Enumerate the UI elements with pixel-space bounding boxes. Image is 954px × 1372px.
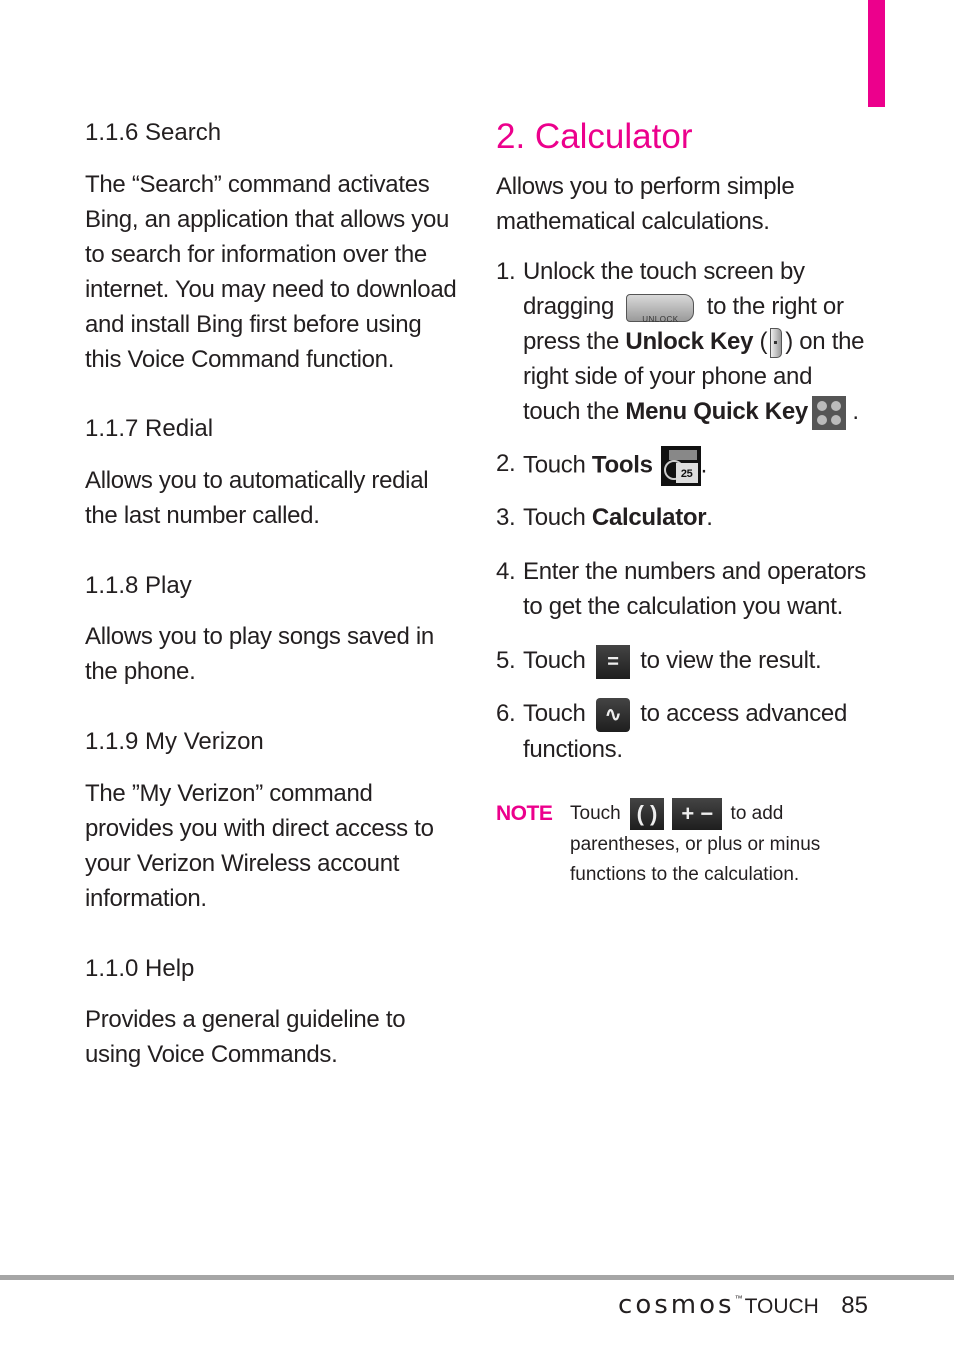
section-heading-redial: 1.1.7 Redial — [85, 415, 214, 442]
step-number: 6. — [496, 700, 516, 727]
section-body-play: Allows you to play songs saved in the ph… — [85, 623, 434, 685]
intro-text: Allows you to perform simple mathematica… — [496, 173, 795, 235]
step-1: 1. Unlock the touch screen by dragging U… — [496, 254, 868, 430]
parentheses-icon: ( ) — [629, 798, 664, 830]
brand-logo: cosmos — [618, 1290, 735, 1320]
step-text: Enter the numbers and operators to get t… — [523, 558, 866, 620]
unlock-key-icon — [770, 327, 783, 358]
section-heading-my-verizon: 1.1.9 My Verizon — [85, 728, 264, 755]
section-body-help: Provides a general guideline to using Vo… — [85, 1006, 406, 1068]
step-6: 6. Touch ∿ to access advanced functions. — [496, 696, 868, 767]
step-4: 4. Enter the numbers and operators to ge… — [496, 554, 868, 624]
step-number: 3. — [496, 504, 516, 531]
step-number: 5. — [496, 647, 516, 674]
step-text: . — [700, 451, 708, 479]
footer-divider — [0, 1275, 954, 1280]
step-text: Touch — [523, 451, 586, 479]
equals-icon: = — [595, 644, 630, 679]
menu-quick-key-icon — [811, 395, 846, 430]
unlock-slider-icon: UNLOCK — [626, 293, 695, 324]
chapter-tab-marker — [868, 0, 885, 107]
step-5: 5. Touch = to view the result. — [496, 643, 868, 679]
section-body-search: The “Search” command activates Bing, an … — [85, 171, 457, 373]
plus-minus-icon: + − — [672, 798, 723, 830]
section-heading-help: 1.1.0 Help — [85, 955, 195, 982]
tools-icon: 25 — [660, 446, 701, 486]
step-text: Touch — [523, 504, 586, 531]
step-text: to view the result. — [640, 647, 822, 674]
unlock-slider-label: UNLOCK — [642, 314, 679, 324]
step-text: Touch — [523, 647, 586, 674]
step-text: . — [852, 398, 859, 425]
step-number: 4. — [496, 558, 516, 585]
advanced-functions-icon: ∿ — [595, 697, 630, 732]
step-number: 2. — [496, 450, 516, 477]
section-heading-play: 1.1.8 Play — [85, 572, 192, 599]
note-label: NOTE — [496, 802, 553, 825]
brand-suffix: TOUCH — [744, 1295, 819, 1318]
step-number: 1. — [496, 258, 516, 285]
step-text: Touch — [523, 700, 586, 727]
section-heading-search: 1.1.6 Search — [85, 119, 222, 146]
page-number: 85 — [841, 1292, 868, 1319]
tools-icon-date: 25 — [675, 463, 698, 483]
menu-quick-key-label: Menu Quick Key — [625, 398, 808, 425]
section-body-redial: Allows you to automatically redial the l… — [85, 467, 429, 529]
step-3: 3. Touch Calculator. — [496, 500, 868, 535]
step-text: ( — [759, 328, 768, 355]
trademark-symbol: ™ — [734, 1294, 743, 1303]
footer: cosmos™TOUCH 85 — [618, 1290, 868, 1320]
note-text: Touch — [570, 803, 621, 825]
page-title: 2. Calculator — [496, 117, 693, 156]
calculator-label: Calculator — [591, 504, 707, 531]
step-2: 2. Touch Tools 25. — [496, 446, 868, 486]
tools-label: Tools — [591, 451, 653, 479]
section-body-my-verizon: The ”My Verizon” command provides you wi… — [85, 780, 434, 912]
step-text: . — [706, 504, 713, 531]
